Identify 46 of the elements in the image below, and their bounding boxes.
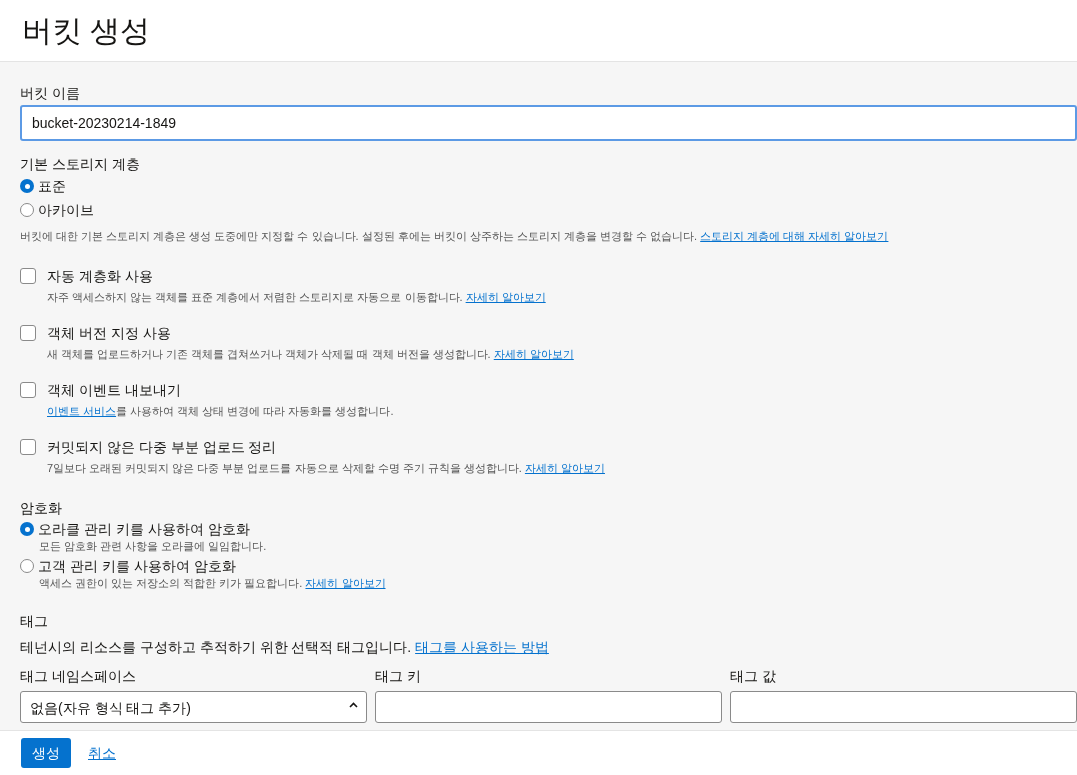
page-title: 버킷 생성 — [22, 15, 151, 46]
column-label: 태그 값 — [730, 667, 777, 685]
column-label: 태그 키 — [375, 667, 422, 685]
checkbox-label: 객체 이벤트 내보내기 — [47, 381, 181, 399]
help-text: 액세스 권한이 있는 저장소의 적합한 키가 필요합니다. 자세히 알아보기 — [38, 576, 387, 590]
help-text: 모든 암호화 관련 사항을 오라클에 일임합니다. — [38, 539, 268, 553]
column-label: 태그 네임스페이스 — [20, 667, 137, 685]
learn-more-link[interactable]: 태그를 사용하는 방법 — [415, 639, 549, 655]
cancel-link[interactable]: 취소 — [88, 742, 116, 764]
radio-button[interactable] — [20, 522, 34, 536]
radio-label: 표준 — [38, 176, 66, 196]
radio-button[interactable] — [20, 559, 34, 573]
radio-button[interactable] — [20, 203, 34, 217]
learn-more-link[interactable]: 이벤트 서비스 — [47, 405, 117, 417]
help-text: 자주 액세스하지 않는 객체를 표준 계층에서 저렴한 스토리지로 자동으로 이동합니다. 자세히 알아보기 — [46, 290, 547, 304]
help-text: 버킷에 대한 기본 스토리지 계층은 생성 도중에만 지정할 수 있습니다. 설정된 후에는 버킷이 상주하는 스토리지 계층을 변경할 수 없습니다. 스토리지 계층에 대해 자세히 알아보기 — [20, 229, 890, 243]
help-text: 테넌시의 리소스를 구성하고 추적하기 위한 선택적 태그입니다. 태그를 사용하는 방법 — [20, 638, 550, 656]
radio-label: 오라클 관리 키를 사용하여 암호화 — [38, 519, 250, 539]
radio-label: 고객 관리 키를 사용하여 암호화 — [38, 556, 236, 576]
checkbox-label: 객체 버전 지정 사용 — [47, 324, 171, 342]
checkbox-label: 커밋되지 않은 다중 부분 업로드 정리 — [47, 438, 277, 456]
checkbox[interactable] — [20, 382, 36, 398]
section-label: 태그 — [20, 612, 49, 630]
learn-more-link[interactable]: 자세히 알아보기 — [305, 577, 386, 589]
radio-label: 아카이브 — [38, 200, 94, 220]
learn-more-link[interactable]: 자세히 알아보기 — [493, 348, 574, 360]
caret-icon — [349, 702, 358, 708]
checkbox[interactable] — [20, 439, 36, 455]
help-text: 7일보다 오래된 커밋되지 않은 다중 부분 업로드를 자동으로 삭제할 수명 주기 규칙을 생성합니다. 자세히 알아보기 — [46, 461, 606, 475]
input-field[interactable] — [375, 691, 722, 723]
field-label: 버킷 이름 — [20, 84, 81, 102]
input-field[interactable] — [730, 691, 1077, 723]
section-label: 암호화 — [20, 499, 63, 517]
help-text: 새 객체를 업로드하거나 기존 객체를 겹쳐쓰거나 객체가 삭제될 때 객체 버전을 생성합니다. 자세히 알아보기 — [46, 347, 575, 361]
create-button[interactable]: 생성 — [21, 738, 71, 768]
learn-more-link[interactable]: 자세히 알아보기 — [465, 291, 546, 303]
learn-more-link[interactable]: 스토리지 계층에 대해 자세히 알아보기 — [700, 230, 889, 242]
checkbox[interactable] — [20, 268, 36, 284]
section-label: 기본 스토리지 계층 — [20, 155, 141, 173]
namespace-select[interactable]: 없음(자유 형식 태그 추가) — [20, 691, 367, 723]
help-text: 이벤트 서비스를 사용하여 객체 상태 변경에 따라 자동화를 생성합니다. — [46, 404, 395, 418]
checkbox[interactable] — [20, 325, 36, 341]
bucket-name-field[interactable]: bucket-20230214-1849 — [20, 105, 1077, 141]
learn-more-link[interactable]: 자세히 알아보기 — [524, 462, 605, 474]
radio-button[interactable] — [20, 179, 34, 193]
checkbox-label: 자동 계층화 사용 — [47, 267, 153, 285]
